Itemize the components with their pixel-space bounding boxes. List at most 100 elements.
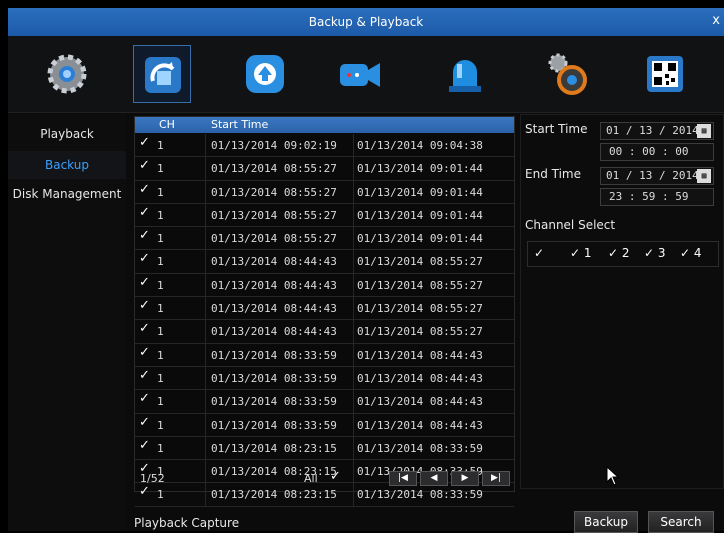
table-row[interactable]: ✓ 1 01/13/2014 08:33:59 01/13/2014 08:44:43 bbox=[135, 413, 514, 437]
table-row[interactable]: ✓ 1 01/13/2014 08:23:15 01/13/2014 08:33:59 bbox=[135, 436, 514, 461]
row-channel: 1 bbox=[157, 255, 164, 269]
last-page-button[interactable]: ▶| bbox=[482, 471, 510, 486]
next-page-button[interactable]: ▶ bbox=[451, 471, 479, 486]
backup-playback-window: Backup & Playback x Playback Backup Disk… bbox=[8, 8, 724, 533]
row-end-time: 01/13/2014 09:01:44 bbox=[357, 232, 483, 246]
gear-icon[interactable] bbox=[38, 45, 96, 103]
row-channel: 1 bbox=[157, 185, 164, 199]
nav-item-backup[interactable]: Backup bbox=[8, 151, 126, 179]
table-row[interactable]: ✓ 1 01/13/2014 08:55:27 01/13/2014 09:01:44 bbox=[135, 157, 514, 181]
channel-all-checkbox[interactable]: ✓ bbox=[534, 246, 544, 260]
page-indicator: 1/52 bbox=[140, 472, 165, 485]
end-time-field[interactable]: 23 : 59 : 59 bbox=[600, 188, 714, 206]
camera-icon[interactable] bbox=[331, 45, 389, 103]
row-checkbox[interactable]: ✓ bbox=[139, 135, 150, 150]
row-checkbox[interactable]: ✓ bbox=[139, 251, 150, 266]
table-row[interactable]: ✓ 1 01/13/2014 08:55:27 01/13/2014 09:01:44 bbox=[135, 227, 514, 251]
alarm-icon[interactable] bbox=[436, 45, 494, 103]
table-row[interactable]: ✓ 1 01/13/2014 08:44:43 01/13/2014 08:55:27 bbox=[135, 320, 514, 344]
row-channel: 1 bbox=[157, 348, 164, 362]
row-checkbox[interactable]: ✓ bbox=[139, 415, 150, 430]
select-all-checkbox[interactable]: ✓ bbox=[330, 469, 341, 484]
channel-3-checkbox[interactable]: ✓ 3 bbox=[644, 246, 666, 260]
channel-4-checkbox[interactable]: ✓ 4 bbox=[680, 246, 702, 260]
row-channel: 1 bbox=[157, 302, 164, 316]
table-row[interactable]: ✓ 1 01/13/2014 08:33:59 01/13/2014 08:44:43 bbox=[135, 390, 514, 414]
table-row[interactable]: ✓ 1 01/13/2014 08:44:43 01/13/2014 08:55:27 bbox=[135, 297, 514, 321]
row-channel: 1 bbox=[157, 325, 164, 339]
mouse-cursor-icon bbox=[606, 466, 620, 486]
table-row[interactable]: ✓ 1 01/13/2014 08:44:43 01/13/2014 08:55:27 bbox=[135, 273, 514, 298]
row-end-time: 01/13/2014 08:33:59 bbox=[357, 488, 483, 502]
pager: 1/52 All ✓ |◀ ◀ ▶ ▶| bbox=[134, 468, 513, 490]
row-checkbox[interactable]: ✓ bbox=[139, 368, 150, 383]
table-row[interactable]: ✓ 1 01/13/2014 08:33:59 01/13/2014 08:44:43 bbox=[135, 343, 514, 367]
row-checkbox[interactable]: ✓ bbox=[139, 158, 150, 173]
row-start-time: 01/13/2014 08:55:27 bbox=[211, 208, 337, 222]
channel-2-checkbox[interactable]: ✓ 2 bbox=[608, 246, 630, 260]
row-start-time: 01/13/2014 08:33:59 bbox=[211, 418, 337, 432]
title-bar: Backup & Playback x bbox=[8, 8, 724, 36]
row-end-time: 01/13/2014 09:01:44 bbox=[357, 208, 483, 222]
table-row[interactable]: ✓ 1 01/13/2014 08:44:43 01/13/2014 08:55:27 bbox=[135, 250, 514, 274]
table-header: CH Start Time bbox=[135, 117, 514, 133]
toolbar bbox=[8, 36, 724, 113]
table-body: ✓ 1 01/13/2014 09:02:19 01/13/2014 09:04:38… bbox=[135, 134, 514, 507]
row-checkbox[interactable]: ✓ bbox=[139, 205, 150, 220]
search-button[interactable]: Search bbox=[648, 511, 714, 533]
row-checkbox[interactable]: ✓ bbox=[139, 391, 150, 406]
table-row[interactable]: ✓ 1 01/13/2014 08:55:27 01/13/2014 09:01:44 bbox=[135, 180, 514, 204]
calendar-icon[interactable]: ▦ bbox=[697, 124, 711, 138]
upload-icon[interactable] bbox=[236, 45, 294, 103]
prev-page-button[interactable]: ◀ bbox=[420, 471, 448, 486]
row-start-time: 01/13/2014 08:33:59 bbox=[211, 348, 337, 362]
backup-button[interactable]: Backup bbox=[574, 511, 638, 533]
channel-1-checkbox[interactable]: ✓ 1 bbox=[570, 246, 592, 260]
row-checkbox[interactable]: ✓ bbox=[139, 345, 150, 360]
table-row[interactable]: ✓ 1 01/13/2014 08:33:59 01/13/2014 08:44:43 bbox=[135, 366, 514, 391]
row-channel: 1 bbox=[157, 232, 164, 246]
row-checkbox[interactable]: ✓ bbox=[139, 321, 150, 336]
row-end-time: 01/13/2014 08:44:43 bbox=[357, 395, 483, 409]
column-header-start-time: Start Time bbox=[211, 118, 269, 131]
row-start-time: 01/13/2014 08:55:27 bbox=[211, 232, 337, 246]
search-filter-panel: Start Time 01 / 13 / 2014 ▦ 00 : 00 : 00… bbox=[520, 114, 724, 489]
close-icon[interactable]: x bbox=[712, 8, 720, 34]
record-table: CH Start Time ✓ 1 01/13/2014 09:02:19 01/13… bbox=[134, 116, 515, 507]
table-row[interactable]: ✓ 1 01/13/2014 09:02:19 01/13/2014 09:04:38 bbox=[135, 134, 514, 158]
row-checkbox[interactable]: ✓ bbox=[139, 275, 150, 290]
row-channel: 1 bbox=[157, 371, 164, 385]
row-checkbox[interactable]: ✓ bbox=[139, 182, 150, 197]
column-header-ch: CH bbox=[159, 118, 175, 131]
settings-icon[interactable] bbox=[538, 45, 596, 103]
row-start-time: 01/13/2014 08:55:27 bbox=[211, 185, 337, 199]
calendar-icon[interactable]: ▦ bbox=[697, 169, 711, 183]
row-channel: 1 bbox=[157, 208, 164, 222]
row-end-time: 01/13/2014 08:55:27 bbox=[357, 278, 483, 292]
end-date-field[interactable]: 01 / 13 / 2014 ▦ bbox=[600, 167, 714, 185]
start-date-field[interactable]: 01 / 13 / 2014 ▦ bbox=[600, 122, 714, 140]
row-end-time: 01/13/2014 08:55:27 bbox=[357, 255, 483, 269]
row-checkbox[interactable]: ✓ bbox=[139, 298, 150, 313]
nav-item-playback[interactable]: Playback bbox=[8, 120, 126, 148]
end-time-label: End Time bbox=[525, 167, 581, 181]
playback-capture-label[interactable]: Playback Capture bbox=[134, 516, 239, 530]
start-time-field[interactable]: 00 : 00 : 00 bbox=[600, 143, 714, 161]
row-end-time: 01/13/2014 08:44:43 bbox=[357, 418, 483, 432]
row-start-time: 01/13/2014 08:44:43 bbox=[211, 302, 337, 316]
nav-item-disk-management[interactable]: Disk Management bbox=[8, 180, 126, 208]
qr-code-icon[interactable] bbox=[636, 45, 694, 103]
row-checkbox[interactable]: ✓ bbox=[139, 228, 150, 243]
row-start-time: 01/13/2014 08:23:15 bbox=[211, 441, 337, 455]
first-page-button[interactable]: |◀ bbox=[389, 471, 417, 486]
row-end-time: 01/13/2014 09:04:38 bbox=[357, 139, 483, 152]
row-start-time: 01/13/2014 08:55:27 bbox=[211, 162, 337, 176]
start-date-value: 01 / 13 / 2014 bbox=[606, 124, 699, 137]
row-checkbox[interactable]: ✓ bbox=[139, 438, 150, 453]
row-end-time: 01/13/2014 08:44:43 bbox=[357, 348, 483, 362]
row-end-time: 01/13/2014 09:01:44 bbox=[357, 185, 483, 199]
table-row[interactable]: ✓ 1 01/13/2014 08:55:27 01/13/2014 09:01:44 bbox=[135, 203, 514, 228]
backup-icon[interactable] bbox=[133, 45, 191, 103]
left-nav: Playback Backup Disk Management bbox=[8, 114, 126, 531]
row-channel: 1 bbox=[157, 441, 164, 455]
